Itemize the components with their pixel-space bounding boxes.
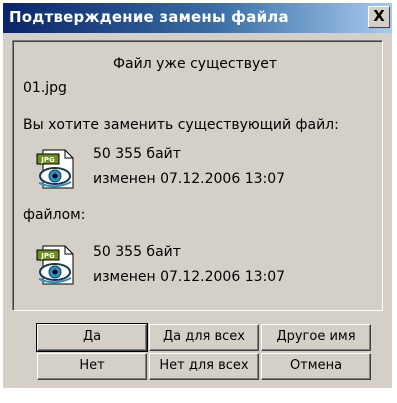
svg-text:JPG: JPG (40, 156, 55, 164)
close-icon: X (373, 7, 385, 25)
message-panel: Файл уже существует 01.jpg Вы хотите зам… (12, 40, 383, 311)
dialog-titlebar[interactable]: Подтверждение замены файла X (3, 3, 392, 33)
existing-file-modified: изменен 07.12.2006 13:07 (93, 171, 286, 187)
new-file-modified: изменен 07.12.2006 13:07 (93, 269, 286, 285)
rename-button[interactable]: Другое имя (261, 324, 371, 351)
new-file-size: 50 355 байт (93, 244, 181, 260)
cancel-button[interactable]: Отмена (261, 353, 371, 380)
file-exists-heading: Файл уже существует (113, 56, 278, 72)
with-file-label: файлом: (23, 207, 86, 223)
new-file-jpg-icon: JPG (35, 244, 79, 286)
no-to-all-button[interactable]: Нет для всех (149, 353, 259, 380)
close-button[interactable]: X (368, 6, 390, 28)
existing-file-size: 50 355 байт (93, 146, 181, 162)
yes-to-all-button[interactable]: Да для всех (149, 324, 259, 351)
yes-button[interactable]: Да (36, 323, 148, 352)
no-button[interactable]: Нет (37, 353, 147, 380)
replace-question: Вы хотите заменить существующий файл: (23, 117, 339, 133)
file-name: 01.jpg (23, 80, 67, 96)
existing-file-jpg-icon: JPG (35, 148, 79, 190)
dialog-title: Подтверждение замены файла (9, 8, 289, 26)
replace-file-dialog: Подтверждение замены файла X Файл уже су… (3, 3, 392, 388)
svg-text:JPG: JPG (40, 252, 55, 260)
